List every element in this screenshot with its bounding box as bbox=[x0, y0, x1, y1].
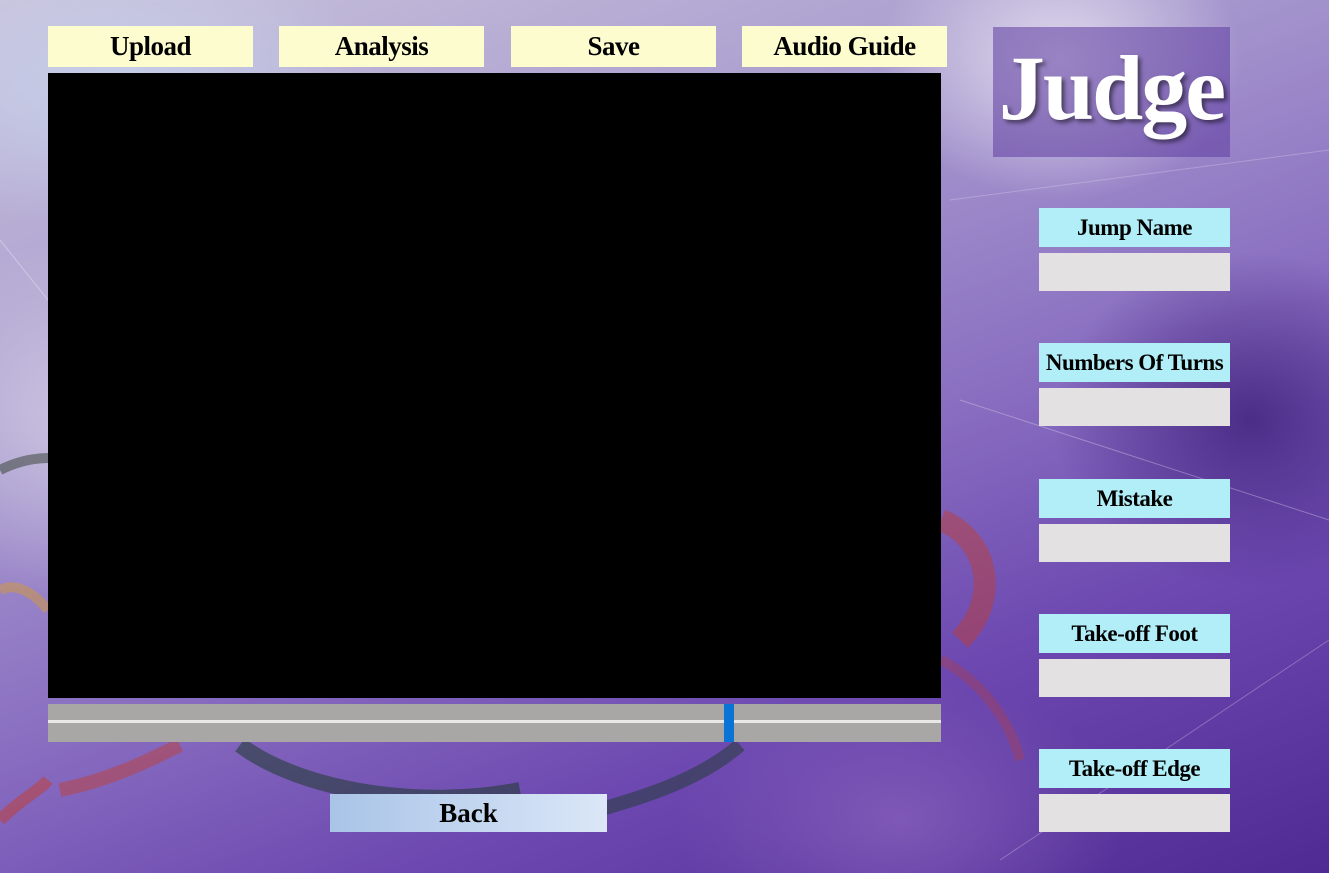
video-player[interactable] bbox=[48, 73, 941, 698]
mistake-label: Mistake bbox=[1039, 479, 1230, 518]
seek-thumb[interactable] bbox=[724, 704, 734, 742]
analysis-button[interactable]: Analysis bbox=[279, 26, 484, 67]
upload-button[interactable]: Upload bbox=[48, 26, 253, 67]
jump-name-label: Jump Name bbox=[1039, 208, 1230, 247]
takeoff-edge-label: Take-off Edge bbox=[1039, 749, 1230, 788]
seek-track bbox=[48, 720, 941, 723]
takeoff-foot-field[interactable] bbox=[1039, 659, 1230, 697]
video-seek-slider[interactable] bbox=[48, 704, 941, 742]
takeoff-foot-label: Take-off Foot bbox=[1039, 614, 1230, 653]
takeoff-edge-field[interactable] bbox=[1039, 794, 1230, 832]
audio-guide-button[interactable]: Audio Guide bbox=[742, 26, 947, 67]
number-of-turns-field[interactable] bbox=[1039, 388, 1230, 426]
app-logo: Judge bbox=[993, 27, 1230, 157]
mistake-field[interactable] bbox=[1039, 524, 1230, 562]
app-logo-text: Judge bbox=[998, 37, 1226, 139]
back-button[interactable]: Back bbox=[330, 794, 607, 832]
jump-name-field[interactable] bbox=[1039, 253, 1230, 291]
number-of-turns-label: Numbers Of Turns bbox=[1039, 343, 1230, 382]
save-button[interactable]: Save bbox=[511, 26, 716, 67]
